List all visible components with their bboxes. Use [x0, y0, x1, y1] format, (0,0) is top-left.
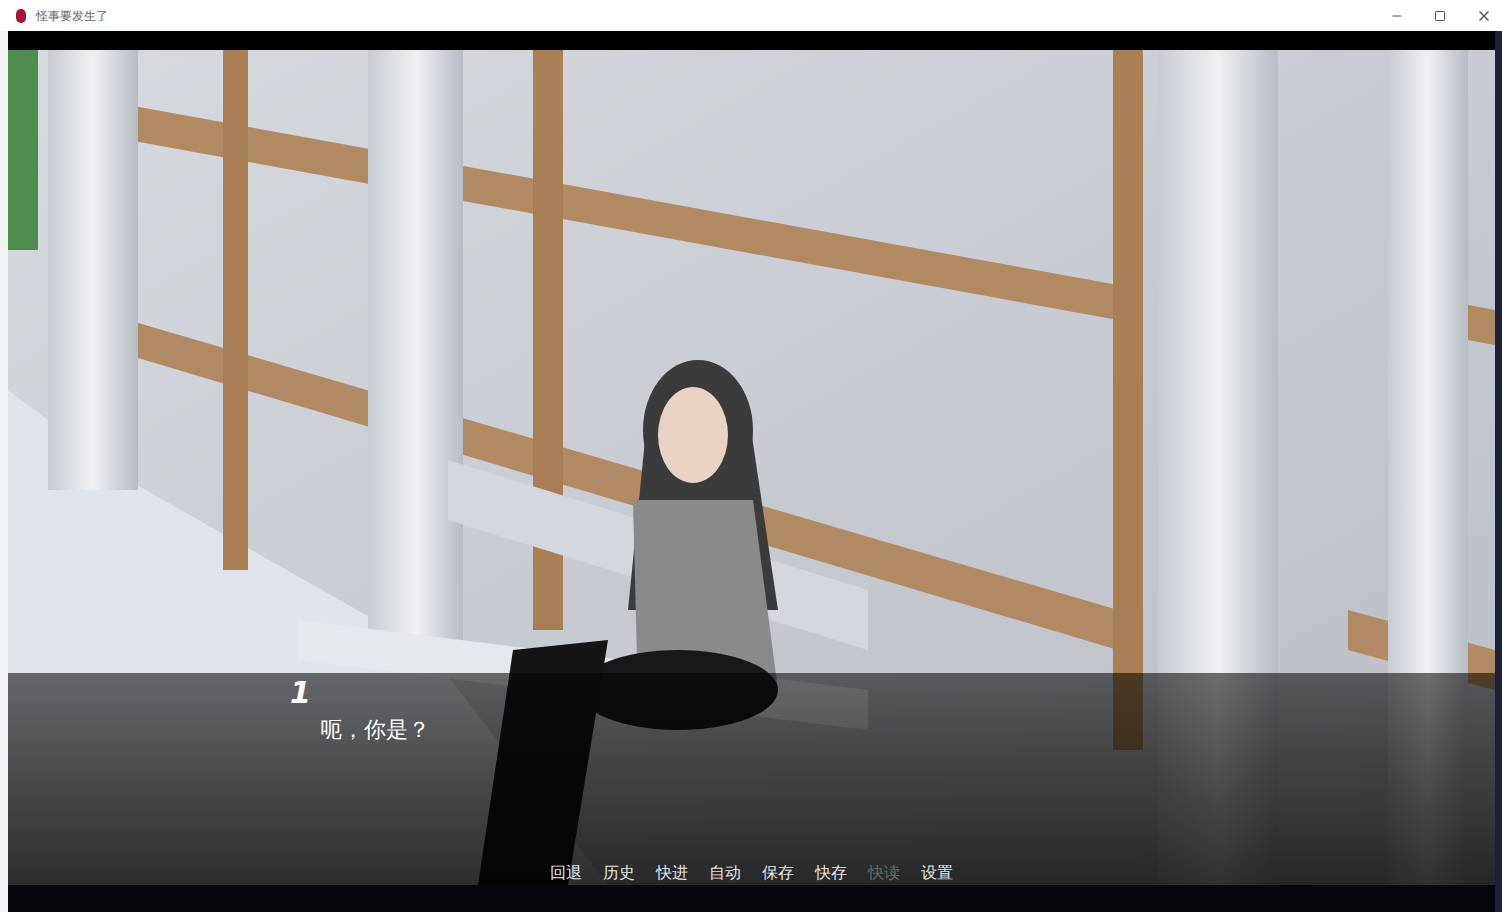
quick-menu: 回退历史快进自动保存快存快读设置 — [8, 863, 1495, 884]
quick-menu-button[interactable]: 历史 — [603, 863, 635, 884]
close-icon[interactable] — [1476, 8, 1492, 24]
app-window: 怪事要发生了 1 呃，你是？ 回退历史快进自动保存快存快读设置 — [0, 0, 1502, 912]
quick-menu-button[interactable]: 自动 — [709, 863, 741, 884]
maximize-icon[interactable] — [1434, 10, 1446, 22]
quick-menu-button[interactable]: 快进 — [656, 863, 688, 884]
quick-menu-button[interactable]: 设置 — [921, 863, 953, 884]
dialogue-box[interactable]: 1 呃，你是？ 回退历史快进自动保存快存快读设置 — [8, 673, 1495, 885]
quick-menu-button[interactable]: 保存 — [762, 863, 794, 884]
dialogue-text: 呃，你是？ — [320, 713, 430, 746]
app-icon — [16, 9, 26, 23]
scene: 1 呃，你是？ 回退历史快进自动保存快存快读设置 — [8, 50, 1495, 885]
title-bar: 怪事要发生了 — [0, 0, 1502, 31]
speaker-name: 1 — [290, 675, 311, 711]
window-title: 怪事要发生了 — [36, 7, 108, 25]
game-area: 1 呃，你是？ 回退历史快进自动保存快存快读设置 — [8, 31, 1495, 912]
quick-menu-button[interactable]: 快存 — [815, 863, 847, 884]
quick-menu-button[interactable]: 回退 — [550, 863, 582, 884]
quick-menu-button[interactable]: 快读 — [868, 863, 900, 884]
minimize-icon[interactable] — [1390, 9, 1404, 23]
